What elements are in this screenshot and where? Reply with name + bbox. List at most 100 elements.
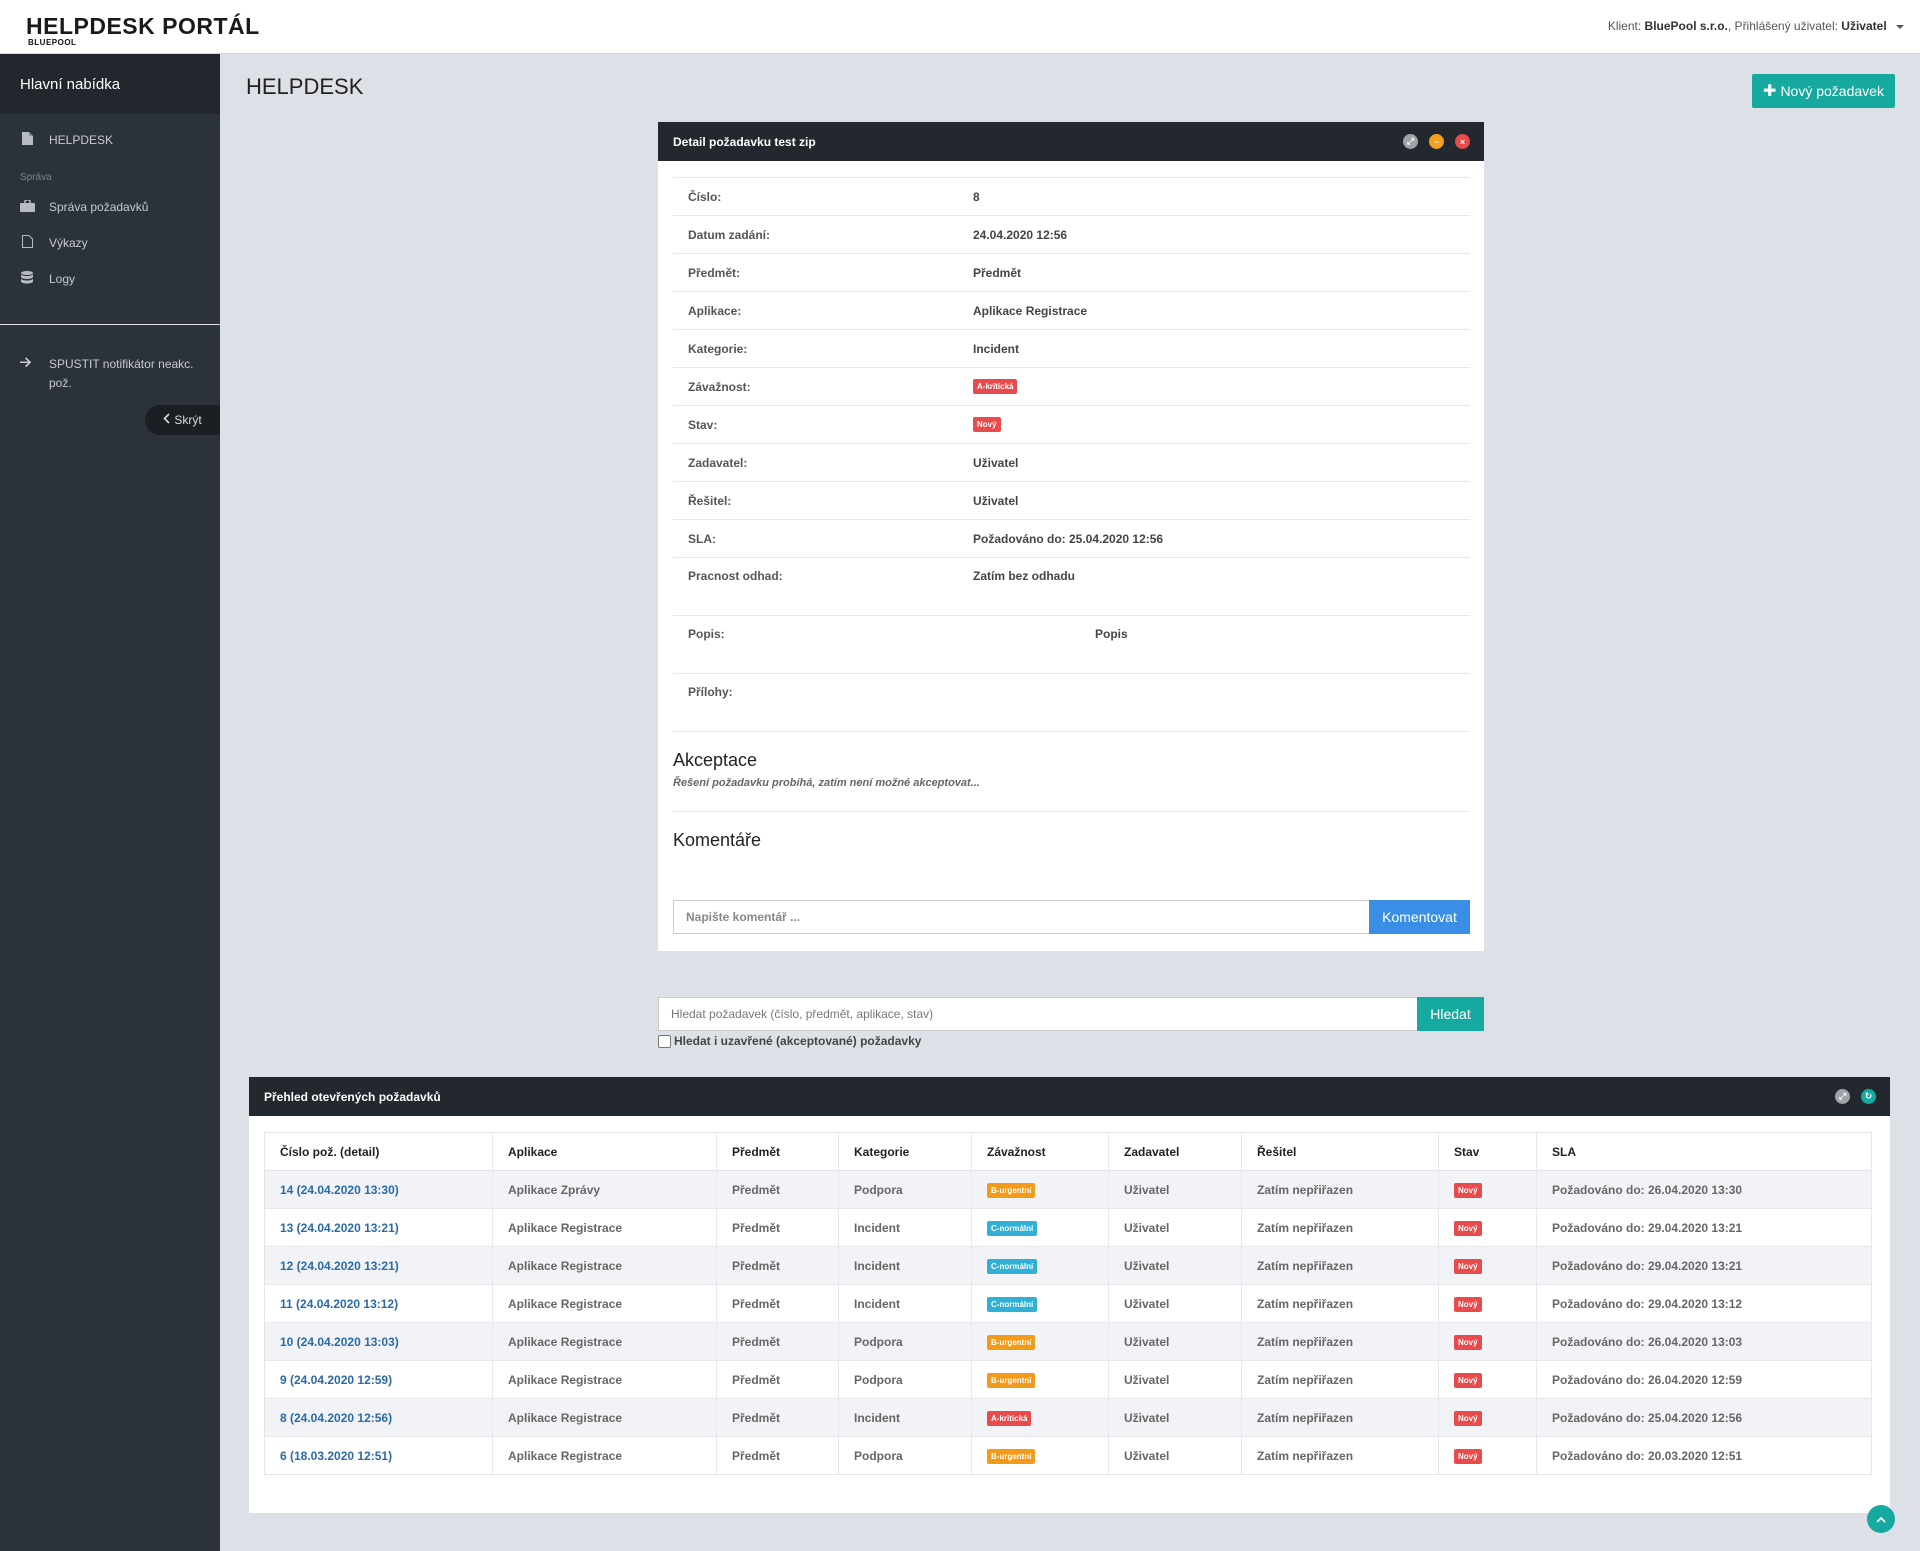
close-icon[interactable]: × — [1455, 134, 1470, 149]
scroll-top-button[interactable] — [1867, 1505, 1895, 1533]
table-cell: Incident — [838, 1208, 972, 1247]
detail-panel: Detail požadavku test zip ⤢ − × Číslo: 8 … — [658, 122, 1484, 951]
status-badge: Nový — [973, 417, 1001, 432]
table-row[interactable]: 13 (24.04.2020 13:21) Aplikace Registrace… — [264, 1208, 1872, 1247]
column-header[interactable]: Číslo pož. (detail) — [264, 1132, 493, 1171]
table-row[interactable]: 12 (24.04.2020 13:21) Aplikace Registrace… — [264, 1246, 1872, 1285]
search-input[interactable]: Hledat požadavek (číslo, předmět, aplika… — [658, 997, 1417, 1031]
detail-label: Datum zadání: — [688, 227, 771, 242]
cell-category: Podpora — [854, 1372, 903, 1387]
request-link[interactable]: 11 (24.04.2020 13:12) — [280, 1297, 398, 1311]
hide-sidebar-button[interactable]: Skrýt — [145, 405, 220, 435]
cell-sla: Požadováno do: 26.04.2020 12:59 — [1552, 1372, 1743, 1387]
table-cell: Aplikace Registrace — [492, 1322, 717, 1361]
detail-value: Aplikace Registrace — [973, 303, 1088, 318]
table-cell: Nový — [1438, 1246, 1537, 1285]
table-row[interactable]: 8 (24.04.2020 12:56) Aplikace Registrace P… — [264, 1398, 1872, 1437]
sidebar: Hlavní nabídka HELPDESK Správa Správa po… — [0, 54, 220, 1551]
severity-badge: C-normální — [987, 1296, 1038, 1312]
expand-icon[interactable]: ⤢ — [1403, 134, 1418, 149]
include-closed-label: Hledat i uzavřené (akceptované) požadavk… — [674, 1034, 922, 1048]
status-badge: Nový — [1454, 1220, 1482, 1236]
column-header[interactable]: Závažnost — [971, 1132, 1109, 1171]
table-row[interactable]: 10 (24.04.2020 13:03) Aplikace Registrace… — [264, 1322, 1872, 1361]
column-header[interactable]: Řešitel — [1241, 1132, 1439, 1171]
sidebar-item-logs[interactable]: Logy — [0, 261, 220, 297]
request-link[interactable]: 14 (24.04.2020 13:30) — [280, 1183, 399, 1197]
table-cell: Požadováno do: 29.04.2020 13:21 — [1536, 1208, 1872, 1247]
request-link[interactable]: 8 (24.04.2020 12:56) — [280, 1411, 392, 1425]
request-link[interactable]: 6 (18.03.2020 12:51) — [280, 1449, 392, 1463]
sidebar-item-reports[interactable]: Výkazy — [0, 225, 220, 261]
status-badge: Nový — [1454, 1258, 1482, 1274]
cell-requester: Uživatel — [1124, 1372, 1170, 1387]
refresh-icon[interactable]: ↻ — [1861, 1089, 1876, 1104]
cell-category: Incident — [854, 1258, 901, 1273]
sidebar-item-helpdesk[interactable]: HELPDESK — [0, 122, 220, 158]
request-link[interactable]: 10 (24.04.2020 13:03) — [280, 1335, 399, 1349]
sidebar-item-requests[interactable]: Správa požadavků — [0, 189, 220, 225]
cell-subject: Předmět — [732, 1448, 781, 1463]
arrow-right-icon — [20, 355, 34, 393]
cell-application: Aplikace Registrace — [508, 1258, 623, 1273]
column-header[interactable]: Zadavatel — [1108, 1132, 1242, 1171]
column-header[interactable]: Kategorie — [838, 1132, 972, 1171]
severity-badge: B-urgentní — [987, 1448, 1036, 1464]
overview-panel-title: Přehled otevřených požadavků — [264, 1089, 441, 1104]
detail-panel-header: Detail požadavku test zip ⤢ − × — [658, 122, 1484, 161]
request-link[interactable]: 13 (24.04.2020 13:21) — [280, 1221, 399, 1235]
table-row[interactable]: 6 (18.03.2020 12:51) Aplikace Registrace P… — [264, 1436, 1872, 1475]
column-header[interactable]: Aplikace — [492, 1132, 717, 1171]
request-link[interactable]: 12 (24.04.2020 13:21) — [280, 1259, 399, 1273]
table-cell: Předmět — [716, 1208, 839, 1247]
cell-sla: Požadováno do: 29.04.2020 13:21 — [1552, 1220, 1743, 1235]
detail-value: 24.04.2020 12:56 — [973, 227, 1068, 242]
table-cell: Podpora — [838, 1322, 972, 1361]
acceptance-title: Akceptace — [673, 750, 758, 770]
table-cell: Požadováno do: 26.04.2020 13:03 — [1536, 1322, 1872, 1361]
chevron-up-icon — [1876, 1516, 1886, 1523]
detail-label: Stav: — [688, 417, 718, 432]
comment-input[interactable]: Napište komentář ... — [673, 900, 1369, 934]
table-cell: Uživatel — [1108, 1360, 1242, 1399]
table-cell: Zatím nepřiřazen — [1241, 1284, 1439, 1323]
sidebar-item-label: Správa požadavků — [49, 200, 149, 214]
table-cell: 13 (24.04.2020 13:21) — [264, 1208, 493, 1247]
table-cell: Zatím nepřiřazen — [1241, 1436, 1439, 1475]
cell-solver: Zatím nepřiřazen — [1257, 1258, 1354, 1273]
column-header[interactable]: Stav — [1438, 1132, 1537, 1171]
table-row[interactable]: 11 (24.04.2020 13:12) Aplikace Registrace… — [264, 1284, 1872, 1323]
detail-value: Incident — [973, 341, 1020, 356]
cell-category: Podpora — [854, 1334, 903, 1349]
overview-panel-header: Přehled otevřených požadavků ⤢ ↻ — [249, 1077, 1890, 1116]
sidebar-item-notifier[interactable]: SPUSTIT notifikátor neakc. pož. — [0, 325, 220, 393]
column-header[interactable]: SLA — [1536, 1132, 1872, 1171]
minimize-icon[interactable]: − — [1429, 134, 1444, 149]
table-cell: Nový — [1438, 1436, 1537, 1475]
table-row[interactable]: 14 (24.04.2020 13:30) Aplikace Zprávy Před… — [264, 1170, 1872, 1209]
request-link[interactable]: 9 (24.04.2020 12:59) — [280, 1373, 392, 1387]
include-closed-checkbox[interactable]: Hledat i uzavřené (akceptované) požadavk… — [658, 1034, 921, 1048]
cell-subject: Předmět — [732, 1258, 781, 1273]
user-info[interactable]: Klient: BluePool s.r.o., Přihlášený uživ… — [1608, 19, 1904, 33]
detail-row: Pracnost odhad: Zatím bez odhadu — [673, 557, 1470, 615]
logo[interactable]: HELPDESK PORTÁL BLUEPOOL — [26, 14, 260, 47]
search-button[interactable]: Hledat — [1417, 997, 1484, 1031]
table-row[interactable]: 9 (24.04.2020 12:59) Aplikace Registrace P… — [264, 1360, 1872, 1399]
severity-badge: A-kritická — [987, 1410, 1032, 1426]
cell-solver: Zatím nepřiřazen — [1257, 1296, 1354, 1311]
expand-icon[interactable]: ⤢ — [1835, 1089, 1850, 1104]
cell-subject: Předmět — [732, 1410, 781, 1425]
column-header[interactable]: Předmět — [716, 1132, 839, 1171]
table-cell: Požadováno do: 29.04.2020 13:21 — [1536, 1246, 1872, 1285]
comment-button[interactable]: Komentovat — [1369, 900, 1470, 934]
detail-row: Závažnost: A-kritická — [673, 367, 1470, 405]
cell-application: Aplikace Registrace — [508, 1372, 623, 1387]
cell-application: Aplikace Registrace — [508, 1220, 623, 1235]
status-badge: Nový — [1454, 1372, 1482, 1388]
table-cell: Aplikace Registrace — [492, 1436, 717, 1475]
table-cell: Incident — [838, 1284, 972, 1323]
checkbox-box[interactable] — [658, 1034, 671, 1048]
new-request-button[interactable]: ✚ Nový požadavek — [1752, 74, 1895, 108]
caret-down-icon — [1896, 24, 1904, 29]
